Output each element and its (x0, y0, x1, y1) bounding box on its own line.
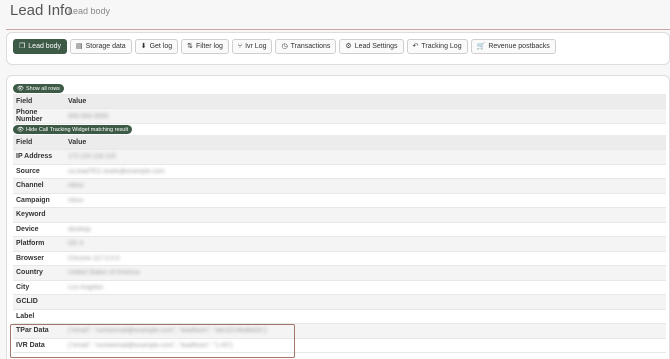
tab-get-log[interactable]: ⬇ Get log (134, 39, 179, 54)
filter-icon: ⇅ (187, 43, 194, 50)
show-all-rows-label: Show all rows (25, 85, 60, 92)
storage-icon: ▤ (75, 43, 83, 50)
table-header-row: Field Value (13, 135, 666, 150)
field-value (65, 207, 666, 223)
tab-label: Get log (149, 43, 173, 50)
table-row: Keyword (13, 207, 666, 223)
gear-icon: ⚙ (345, 43, 352, 50)
field-name: Keyword (13, 207, 65, 223)
table-header-row: Field Value (13, 94, 666, 109)
field-name: Label (13, 309, 65, 324)
tab-label: Tracking Log (421, 43, 462, 50)
table-row: Phone Number 555-555-5555 (13, 108, 666, 124)
phone-table: Field Value Phone Number 555-555-5555 (13, 94, 666, 124)
tab-label: Lead body (28, 43, 61, 50)
page-title: Lead Info (10, 2, 73, 19)
field-name: Phone Number (13, 108, 65, 124)
table-row: Platform OS X (13, 236, 666, 252)
table-row: IP Address 172.115.118.120 (13, 149, 666, 165)
table-row: Browser Chrome 117.0.0.0 (13, 251, 666, 266)
tab-lead-body[interactable]: ❐ Lead body (13, 39, 67, 54)
field-value: 555-555-5555 (65, 108, 666, 124)
copy-icon: ❐ (19, 43, 26, 50)
field-name: Channel (13, 178, 65, 194)
field-name: Country (13, 265, 65, 281)
tab-transactions[interactable]: ◷ Transactions (275, 39, 337, 54)
column-header-field: Field (13, 135, 65, 150)
field-name: GCLID (13, 294, 65, 310)
branch-icon: ⑂ (237, 43, 243, 50)
tab-revenue-postbacks[interactable]: 🛒 Revenue postbacks (470, 39, 556, 54)
table-row: GCLID (13, 294, 666, 310)
field-value (65, 294, 666, 310)
eye-icon: 👁 (17, 85, 24, 92)
download-icon: ⬇ (140, 43, 147, 50)
lead-fields-table: Field Value IP Address 172.115.118.120 Sou… (13, 135, 666, 353)
tab-label: Filter log (196, 43, 223, 50)
tab-label: Lead Settings (354, 43, 398, 50)
tab-filter-log[interactable]: ⇅ Filter log (181, 39, 229, 54)
field-name: Browser (13, 251, 65, 266)
tab-label: Transactions (290, 43, 331, 50)
table-row: Campaign inbox (13, 193, 666, 208)
field-value: United States of America (65, 265, 666, 281)
field-value: inbox (65, 193, 666, 208)
field-value: desktop (65, 222, 666, 237)
header-divider (6, 29, 670, 30)
field-value: Los Angeles (65, 280, 666, 295)
field-value: inbox (65, 178, 666, 194)
tab-tracking-log[interactable]: ↶ Tracking Log (406, 39, 468, 54)
table-row: Device desktop (13, 222, 666, 237)
show-all-rows-button[interactable]: 👁 Show all rows (13, 84, 64, 93)
tab-label: Storage data (85, 43, 126, 50)
hide-widget-result-button[interactable]: 👁 Hide Call Tracking Widget matching res… (13, 125, 133, 134)
tab-ivr-log[interactable]: ⑂ Ivr Log (231, 39, 273, 54)
column-header-value: Value (65, 94, 666, 109)
highlight-annotation (10, 324, 295, 358)
tab-list: ❐ Lead body ▤ Storage data ⬇ Get log ⇅ Filter l… (13, 39, 556, 54)
lead-body-panel: 👁 Show all rows Field Value Phone Number… (6, 75, 670, 359)
table-row: Source ca.leadTEC.leads@example.com (13, 164, 666, 179)
table-row: Channel inbox (13, 178, 666, 194)
tab-label: Revenue postbacks (488, 43, 550, 50)
field-name: Platform (13, 236, 65, 252)
field-value: OS X (65, 236, 666, 252)
tab-label: Ivr Log (245, 43, 267, 50)
field-value: Chrome 117.0.0.0 (65, 251, 666, 266)
field-name: City (13, 280, 65, 295)
tab-storage-data[interactable]: ▤ Storage data (69, 39, 132, 54)
page-subtitle: Lead body (68, 6, 111, 16)
table-row: Label (13, 309, 666, 324)
field-name: Campaign (13, 193, 65, 208)
table-row: Country United States of America (13, 265, 666, 281)
clock-icon: ◷ (281, 43, 288, 50)
field-value (65, 309, 666, 324)
field-name: Device (13, 222, 65, 237)
field-name: IP Address (13, 149, 65, 165)
column-header-field: Field (13, 94, 65, 109)
tab-lead-settings[interactable]: ⚙ Lead Settings (339, 39, 404, 54)
eye-icon: 👁 (17, 126, 24, 133)
field-value: ca.leadTEC.leads@example.com (65, 164, 666, 179)
page-header: Lead Info Lead body (0, 0, 670, 28)
hide-widget-result-label: Hide Call Tracking Widget matching resul… (25, 126, 129, 133)
table-row: City Los Angeles (13, 280, 666, 295)
field-value: 172.115.118.120 (65, 149, 666, 165)
cart-icon: 🛒 (476, 43, 486, 50)
field-name: Source (13, 164, 65, 179)
column-header-value: Value (65, 135, 666, 150)
tab-bar: ❐ Lead body ▤ Storage data ⬇ Get log ⇅ Filter l… (6, 32, 670, 65)
reply-icon: ↶ (412, 43, 419, 50)
